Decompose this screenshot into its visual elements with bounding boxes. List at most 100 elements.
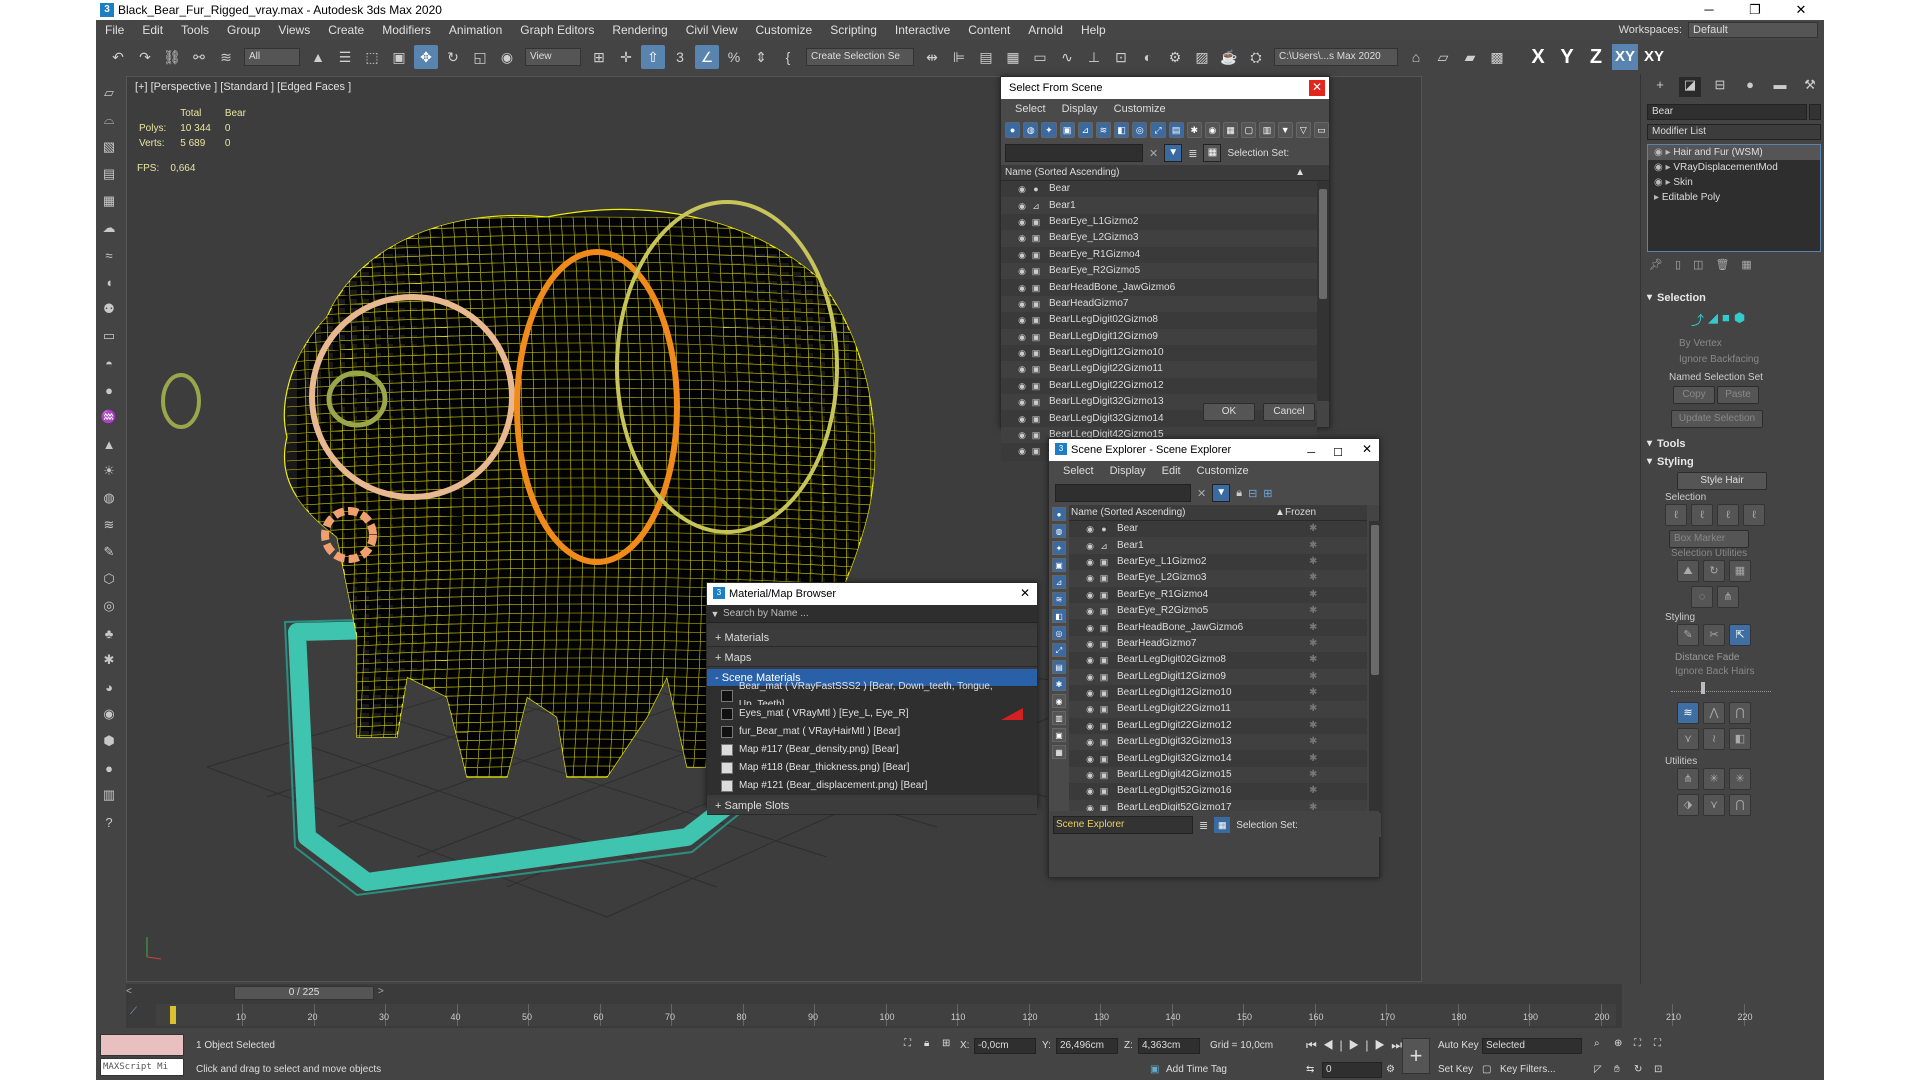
material-ball-icon[interactable]: ◕: [99, 676, 119, 698]
visibility-eye-icon[interactable]: ◉: [1015, 230, 1029, 246]
list-item[interactable]: ◉ ▣ BearLLegDigit12Gizmo9: [1001, 328, 1317, 345]
visibility-eye-icon[interactable]: ◉: [1015, 247, 1029, 263]
selection-set-icon[interactable]: ▦: [1203, 144, 1222, 162]
scene-explorer-icon[interactable]: ▤: [974, 45, 998, 69]
modifier-list-dropdown[interactable]: Modifier List: [1647, 124, 1821, 140]
shading-sphere-icon[interactable]: ◉: [99, 703, 119, 725]
menu-item-graph-editors[interactable]: Graph Editors: [511, 20, 603, 40]
scrollbar-thumb[interactable]: [1319, 189, 1327, 299]
display-tab-icon[interactable]: ▬: [1769, 77, 1791, 97]
list-item[interactable]: ◉ ▣ BearEye_L2Gizmo3 ✱: [1069, 570, 1367, 587]
render-setup-icon[interactable]: ⚙: [1163, 45, 1187, 69]
visibility-eye-icon[interactable]: ◉: [1083, 669, 1097, 685]
list-scrollbar[interactable]: [1317, 181, 1329, 401]
visibility-eye-icon[interactable]: ◉: [1015, 361, 1029, 377]
list-item[interactable]: ◉ ▣ BearEye_R2Gizmo5: [1001, 262, 1317, 280]
update-selection-button[interactable]: Update Selection: [1671, 410, 1763, 428]
side-filter-icon[interactable]: ▣: [1052, 728, 1066, 742]
side-filter-icon[interactable]: ✦: [1052, 541, 1066, 555]
next-frame-icon[interactable]: |▶: [1365, 1038, 1391, 1052]
frozen-toggle-icon[interactable]: ✱: [1309, 554, 1317, 570]
list-item[interactable]: ◉ ▣ BearLLegDigit12Gizmo10 ✱: [1069, 685, 1367, 701]
object-name-field[interactable]: Bear: [1647, 104, 1807, 120]
curve-mini-icon[interactable]: ⟋: [130, 1006, 152, 1024]
options-arrow-icon[interactable]: ▼: [707, 609, 723, 619]
funnel-icon[interactable]: ▼: [1277, 122, 1293, 138]
configure-sets-icon[interactable]: ▦: [1741, 258, 1751, 271]
visibility-eye-icon[interactable]: ◉: [1015, 181, 1029, 197]
unlink-icon[interactable]: ⚯: [187, 45, 211, 69]
box-marker-dropdown[interactable]: Box Marker: [1669, 530, 1749, 548]
menu-item-customize[interactable]: Customize: [747, 20, 822, 40]
frozen-toggle-icon[interactable]: ✱: [1309, 701, 1317, 717]
select-roots-icon[interactable]: ℓ: [1717, 504, 1739, 526]
none-filter-icon[interactable]: ▢: [1241, 122, 1257, 138]
list-item[interactable]: ◉ ▣ BearHeadGizmo7: [1001, 295, 1317, 313]
select-ends-icon[interactable]: ℓ: [1691, 504, 1713, 526]
list-item[interactable]: ◉ ▣ BearLLegDigit02Gizmo8 ✱: [1069, 652, 1367, 668]
place-icon[interactable]: ◉: [495, 45, 519, 69]
style-hair-button[interactable]: Style Hair: [1677, 472, 1767, 490]
frozen-toggle-icon[interactable]: ✱: [1309, 734, 1317, 750]
hex-grid-icon[interactable]: ⬢: [99, 730, 119, 752]
axis-xy-button[interactable]: XY: [1612, 44, 1638, 70]
menu-item-create[interactable]: Create: [319, 20, 373, 40]
menu-item-modifiers[interactable]: Modifiers: [373, 20, 440, 40]
menu-customize[interactable]: Customize: [1189, 465, 1257, 477]
visibility-eye-icon[interactable]: ◉: [1083, 767, 1097, 783]
menu-edit[interactable]: Edit: [1154, 465, 1189, 477]
menu-select[interactable]: Select: [1007, 103, 1054, 115]
visibility-eye-icon[interactable]: ◉: [1015, 394, 1029, 410]
visibility-eye-icon[interactable]: ◉: [1015, 198, 1029, 214]
reset-rest-icon[interactable]: ⋎: [1703, 794, 1725, 816]
cloth-icon[interactable]: ♒: [99, 406, 119, 428]
project-folder-icon[interactable]: ⌂: [1404, 45, 1428, 69]
modifier-stack-item[interactable]: ◉ ▸ Hair and Fur (WSM): [1648, 145, 1820, 160]
rendered-frame-icon[interactable]: ▨: [1190, 45, 1214, 69]
materials-group[interactable]: + Materials: [707, 629, 1037, 647]
list-item[interactable]: ◉ ▣ BearEye_R1Gizmo4 ✱: [1069, 587, 1367, 603]
workspace-dropdown[interactable]: Default: [1688, 22, 1818, 38]
sphere-icon[interactable]: ●: [99, 379, 119, 401]
list-item[interactable]: ◉ ▣ BearLLegDigit52Gizmo16 ✱: [1069, 783, 1367, 799]
menu-display[interactable]: Display: [1054, 103, 1106, 115]
visibility-eye-icon[interactable]: ◉: [1083, 701, 1097, 717]
absolute-mode-icon[interactable]: ⊞: [942, 1038, 950, 1049]
invert-selection-icon[interactable]: ⛰: [1677, 560, 1699, 582]
angle-snap-icon[interactable]: ∠: [695, 45, 719, 69]
keyboard-shortcut-icon[interactable]: ⇧: [641, 45, 665, 69]
browser-search-input[interactable]: Search by Name ...: [723, 608, 809, 619]
side-filter-icon[interactable]: ▤: [1052, 660, 1066, 674]
time-config-icon[interactable]: ⚙: [1386, 1064, 1395, 1075]
frozen-toggle-icon[interactable]: ✱: [1309, 603, 1317, 619]
visibility-eye-icon[interactable]: ◉: [1083, 538, 1097, 554]
list-item[interactable]: ◉ ▣ BearLLegDigit02Gizmo8: [1001, 312, 1317, 328]
visibility-eye-icon[interactable]: ◉: [1015, 280, 1029, 296]
clump-icon[interactable]: ⋎: [1677, 728, 1699, 750]
list-item[interactable]: ◉ ▣ BearLLegDigit52Gizmo17 ✱: [1069, 799, 1367, 811]
list-item[interactable]: ◉ ▣ BearLLegDigit22Gizmo11: [1001, 361, 1317, 378]
frozen-toggle-icon[interactable]: ✱: [1309, 620, 1317, 636]
visibility-eye-icon[interactable]: ◉: [1015, 263, 1029, 279]
hierarchy-icon[interactable]: ⊟: [1248, 487, 1257, 500]
auto-key-button[interactable]: Auto Key: [1438, 1040, 1479, 1051]
frozen-toggle-icon[interactable]: ✱: [1309, 718, 1317, 734]
reference-coord-dropdown[interactable]: View: [525, 48, 581, 66]
rotate-hair-icon[interactable]: ≀: [1703, 728, 1725, 750]
go-to-start-icon[interactable]: ⏮: [1306, 1038, 1323, 1052]
orbit-icon[interactable]: ↻: [1634, 1064, 1642, 1075]
plant-icon[interactable]: ♣: [99, 622, 119, 644]
spacewarps-filter-icon[interactable]: ≋: [1095, 122, 1112, 138]
side-filter-icon[interactable]: ◉: [1052, 694, 1066, 708]
list-item[interactable]: ◉ ▣ BearHeadGizmo7 ✱: [1069, 635, 1367, 653]
visibility-eye-icon[interactable]: ◉: [1083, 718, 1097, 734]
list-item[interactable]: ◉ ▣ BearLLegDigit22Gizmo11 ✱: [1069, 701, 1367, 718]
visibility-eye-icon[interactable]: ◉: [1083, 620, 1097, 636]
menu-item-animation[interactable]: Animation: [440, 20, 511, 40]
pan-icon[interactable]: ✋︎: [1614, 1064, 1620, 1075]
hair-cut-icon[interactable]: ✂: [1703, 624, 1725, 646]
frozen-toggle-icon[interactable]: ✱: [1309, 636, 1317, 652]
frozen-filter-icon[interactable]: ✱: [1186, 122, 1202, 138]
frozen-toggle-icon[interactable]: ✱: [1309, 751, 1317, 767]
visibility-eye-icon[interactable]: ◉: [1015, 214, 1029, 230]
